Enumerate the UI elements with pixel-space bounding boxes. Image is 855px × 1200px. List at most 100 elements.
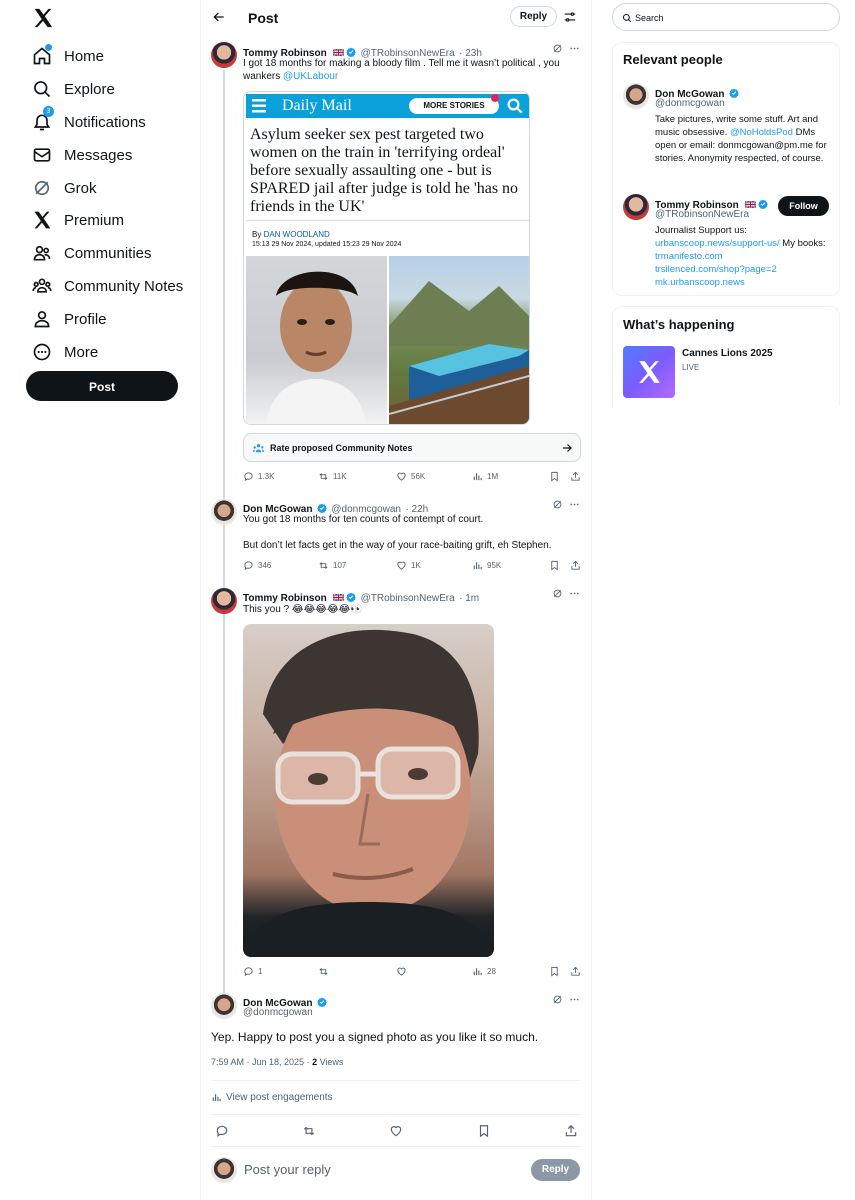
- reply-action[interactable]: 346: [243, 560, 271, 571]
- views-icon: [211, 1092, 222, 1103]
- more-options-icon[interactable]: [569, 994, 580, 1005]
- avatar[interactable]: [623, 194, 649, 220]
- repost-icon: [318, 471, 329, 482]
- bio-link[interactable]: mk.urbanscoop.news: [655, 277, 745, 288]
- like-action[interactable]: 56K: [396, 471, 425, 482]
- bookmark-icon: [549, 966, 560, 977]
- tune-icon[interactable]: [563, 10, 577, 24]
- community-notes-icon: [252, 444, 265, 453]
- nav-premium-label: Premium: [64, 211, 125, 229]
- repost-action[interactable]: 11K: [318, 471, 347, 482]
- reply-icon: [243, 966, 254, 977]
- avatar[interactable]: [623, 83, 649, 109]
- my-avatar[interactable]: [211, 1157, 237, 1183]
- tweet-text: I got 18 months for making a bloody film…: [243, 58, 560, 82]
- uk-flag-icon: [333, 594, 344, 601]
- bookmark-action[interactable]: [549, 966, 560, 977]
- nav-community-notes[interactable]: Community Notes: [32, 274, 183, 298]
- focus-tweet-meta: 7:59 AM · Jun 18, 2025 · 2 Views: [211, 1057, 344, 1067]
- header-reply-button[interactable]: Reply: [510, 6, 557, 27]
- grok-icon[interactable]: [552, 499, 563, 510]
- bio-link[interactable]: urbanscoop.news/support-us/: [655, 238, 780, 249]
- reply-action[interactable]: 1.3K: [243, 471, 274, 482]
- divider: [246, 220, 529, 221]
- nav-communities-label: Communities: [64, 244, 152, 262]
- post-button[interactable]: Post: [26, 371, 178, 401]
- repost-action[interactable]: [318, 966, 329, 977]
- repost-icon: [318, 966, 329, 977]
- mugshot-image: [246, 256, 387, 424]
- mail-icon: [32, 145, 52, 165]
- more-options-icon[interactable]: [569, 499, 580, 510]
- grok-icon[interactable]: [552, 588, 563, 599]
- nav-more[interactable]: More: [32, 340, 98, 364]
- views-action[interactable]: 28: [472, 966, 496, 977]
- reply-input[interactable]: Post your reply: [244, 1162, 331, 1177]
- bio-link[interactable]: trsilenced.com/shop?page=2: [655, 264, 777, 275]
- grok-icon[interactable]: [552, 43, 563, 54]
- nav-explore-label: Explore: [64, 80, 115, 98]
- like-action[interactable]: [396, 966, 407, 977]
- reply-action[interactable]: 1: [243, 966, 262, 977]
- reply-icon[interactable]: [215, 1124, 229, 1138]
- search-input[interactable]: Search: [612, 3, 840, 31]
- nav-home-label: Home: [64, 47, 105, 65]
- mention-link[interactable]: @UKLabour: [283, 71, 338, 82]
- bookmark-action[interactable]: [549, 560, 560, 571]
- trend-title[interactable]: Cannes Lions 2025: [682, 348, 773, 359]
- nav-notifications[interactable]: 3 Notifications: [32, 106, 146, 134]
- verified-icon: [317, 503, 327, 513]
- share-action[interactable]: [570, 560, 581, 571]
- user-handle[interactable]: @donmcgowan: [243, 1007, 313, 1018]
- avatar[interactable]: [211, 42, 237, 68]
- avatar[interactable]: [211, 993, 237, 1019]
- page-title: Post: [248, 10, 279, 26]
- nav-grok[interactable]: Grok: [32, 176, 97, 200]
- reply-submit-button[interactable]: Reply: [531, 1159, 580, 1181]
- follow-button[interactable]: Follow: [778, 196, 829, 216]
- bookmark-action[interactable]: [549, 471, 560, 482]
- grok-icon[interactable]: [552, 994, 563, 1005]
- tweet-photo[interactable]: [243, 624, 494, 957]
- view-post-engagements[interactable]: View post engagements: [211, 1092, 333, 1103]
- views-action[interactable]: 1M: [472, 471, 498, 482]
- share-action[interactable]: [570, 966, 581, 977]
- repost-action[interactable]: 107: [318, 560, 346, 571]
- share-action[interactable]: [570, 471, 581, 482]
- avatar[interactable]: [211, 588, 237, 614]
- daily-mail-card[interactable]: Daily Mail MORE STORIES Asylum seeker se…: [243, 91, 530, 425]
- repost-icon[interactable]: [302, 1124, 316, 1138]
- home-icon: [32, 44, 52, 66]
- more-options-icon[interactable]: [569, 588, 580, 599]
- person-handle[interactable]: @donmcgowan: [655, 98, 725, 109]
- more-stories-button: MORE STORIES: [409, 98, 499, 114]
- nav-grok-label: Grok: [64, 179, 97, 197]
- search-icon: [507, 98, 523, 114]
- person-handle[interactable]: @TRobinsonNewEra: [655, 209, 749, 220]
- reply-icon: [243, 560, 254, 571]
- nav-messages[interactable]: Messages: [32, 143, 132, 167]
- like-action[interactable]: 1K: [396, 560, 421, 571]
- nav-profile[interactable]: Profile: [32, 307, 107, 331]
- uk-flag-icon: [333, 49, 344, 56]
- share-icon[interactable]: [564, 1124, 578, 1138]
- views-action[interactable]: 95K: [472, 560, 501, 571]
- trend-image[interactable]: [623, 346, 675, 398]
- bio-link[interactable]: trmanifesto.com: [655, 251, 723, 262]
- like-icon: [396, 471, 407, 482]
- more-options-icon[interactable]: [569, 43, 580, 54]
- like-icon[interactable]: [389, 1124, 403, 1138]
- bookmark-icon[interactable]: [477, 1124, 491, 1138]
- nav-premium[interactable]: Premium: [32, 208, 124, 232]
- x-logo-icon[interactable]: [32, 7, 54, 29]
- nav-communities[interactable]: Communities: [32, 241, 152, 265]
- back-arrow-icon[interactable]: [212, 10, 226, 24]
- search-icon: [32, 79, 52, 99]
- bio-mention[interactable]: @NoHoldsPod: [730, 127, 793, 138]
- tweet-actions: 1 28: [243, 966, 581, 980]
- nav-explore[interactable]: Explore: [32, 77, 115, 101]
- nav-home[interactable]: Home: [32, 44, 104, 68]
- nav-community-notes-label: Community Notes: [64, 277, 184, 295]
- community-notes-bar[interactable]: Rate proposed Community Notes: [243, 433, 581, 462]
- avatar[interactable]: [211, 499, 237, 525]
